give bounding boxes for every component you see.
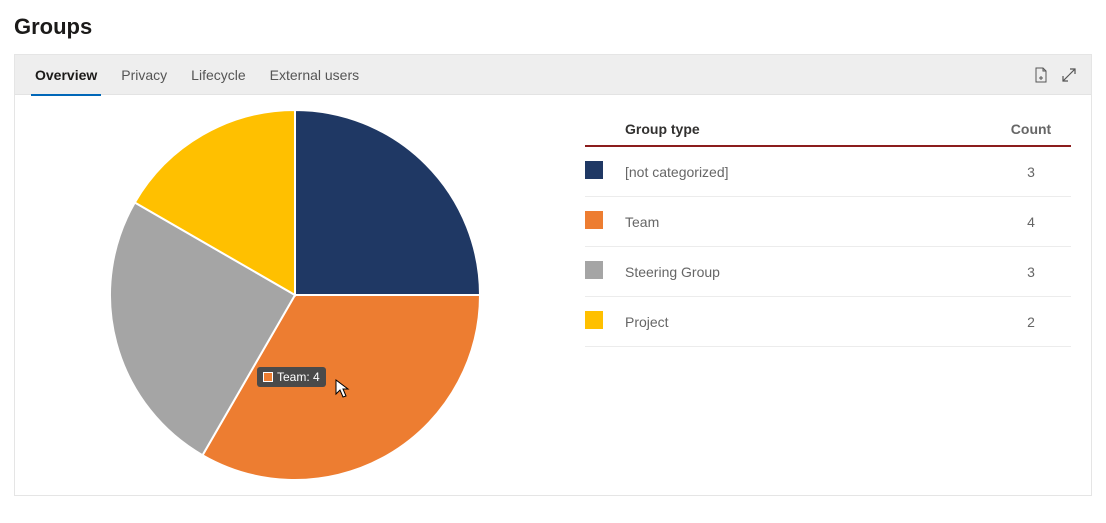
pie-chart[interactable]: Team: 4 [15, 95, 565, 495]
legend-table: Group type Count [not categorized]3Team4… [585, 115, 1071, 347]
legend-count: 3 [991, 146, 1071, 197]
table-row[interactable]: [not categorized]3 [585, 146, 1071, 197]
expand-icon [1062, 68, 1076, 82]
legend-count: 4 [991, 197, 1071, 247]
legend-swatch [585, 161, 603, 179]
legend-count: 3 [991, 247, 1071, 297]
col-header-count: Count [991, 115, 1071, 146]
legend-swatch [585, 311, 603, 329]
document-export-icon [1033, 67, 1049, 83]
table-row[interactable]: Steering Group3 [585, 247, 1071, 297]
legend-label: [not categorized] [625, 146, 991, 197]
fullscreen-button[interactable] [1055, 61, 1083, 89]
tab-lifecycle[interactable]: Lifecycle [179, 55, 257, 95]
tab-overview[interactable]: Overview [23, 55, 109, 95]
tab-external-users[interactable]: External users [258, 55, 371, 95]
pie-slice[interactable] [295, 110, 480, 295]
tab-bar: Overview Privacy Lifecycle External user… [15, 55, 1091, 95]
tab-privacy[interactable]: Privacy [109, 55, 179, 95]
legend-count: 2 [991, 297, 1071, 347]
legend-swatch [585, 211, 603, 229]
export-button[interactable] [1027, 61, 1055, 89]
table-row[interactable]: Project2 [585, 297, 1071, 347]
table-row[interactable]: Team4 [585, 197, 1071, 247]
groups-panel: Overview Privacy Lifecycle External user… [14, 54, 1092, 496]
legend-label: Project [625, 297, 991, 347]
legend-swatch [585, 261, 603, 279]
page-title: Groups [14, 14, 1092, 40]
legend-label: Team [625, 197, 991, 247]
legend-table-area: Group type Count [not categorized]3Team4… [565, 95, 1091, 495]
legend-label: Steering Group [625, 247, 991, 297]
col-header-type: Group type [625, 115, 991, 146]
